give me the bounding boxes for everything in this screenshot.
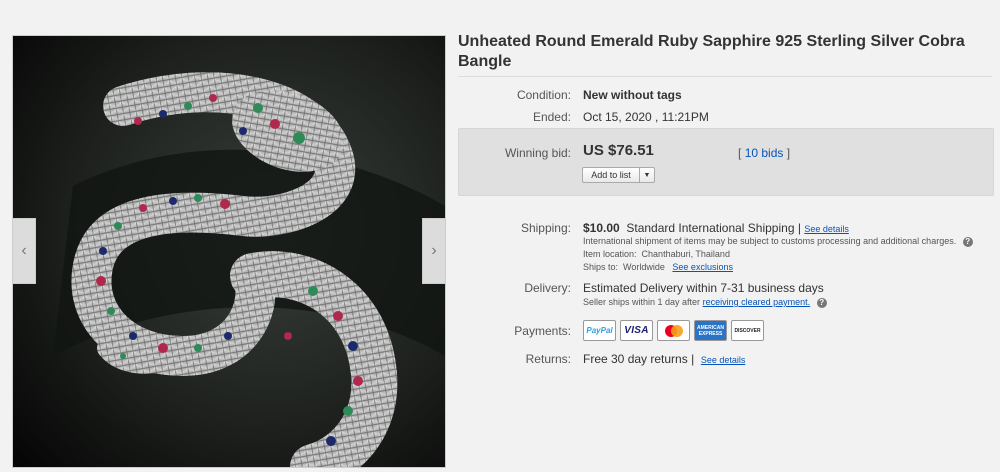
item-title: Unheated Round Emerald Ruby Sapphire 925… [458,33,965,70]
bids-bracket-close: ] [786,146,791,160]
returns-summary: Free 30 day returns | See details [583,352,745,366]
discover-icon: DISCOVER [731,320,764,341]
paypal-wordmark: PayPal [586,326,613,335]
cleared-payment-link[interactable]: receiving cleared payment. [703,297,811,307]
paypal-icon: PayPal [583,320,616,341]
condition-value: New without tags [583,88,682,102]
add-to-list-button[interactable]: Add to list ▼ [582,167,655,183]
product-photo[interactable] [13,36,445,467]
separator: | [691,352,695,366]
visa-icon: VISA [620,320,653,341]
ended-value: Oct 15, 2020 , 11:21PM [583,110,709,124]
condition-label: Condition: [516,88,571,102]
delivery-label: Delivery: [524,281,571,295]
item-location-label: Item location: [583,249,637,259]
bid-history: [ 10 bids ] [738,146,790,160]
mastercard-icon [657,320,690,341]
chevron-down-icon[interactable]: ▼ [640,168,654,182]
chevron-right-icon: › [431,242,437,259]
returns-label: Returns: [525,352,571,366]
shipping-method: Standard International Shipping [626,221,795,235]
seller-ships-text: Seller ships within 1 day after [583,297,701,307]
title-divider [458,76,992,77]
winning-bid-label: Winning bid: [504,146,571,160]
item-image-gallery[interactable]: ‹ › [12,35,446,468]
ships-to: Worldwide [623,262,665,272]
next-image-button[interactable]: › [422,218,445,284]
chevron-left-icon: ‹ [21,242,27,259]
amex-icon: AMERICAN EXPRESS [694,320,727,341]
previous-image-button[interactable]: ‹ [13,218,36,284]
separator: | [797,221,801,235]
returns-value: Free 30 day returns [583,352,688,366]
payments-label: Payments: [514,324,571,338]
item-location-row: Item location: Chanthaburi, Thailand [583,249,730,259]
winning-bid-price: US $76.51 [583,142,654,159]
ended-label: Ended: [532,110,571,124]
help-icon[interactable]: ? [816,297,827,308]
shipping-see-details-link[interactable]: See details [804,224,849,234]
shipping-label: Shipping: [520,221,571,235]
shipping-notice-row: International shipment of items may be s… [583,236,973,247]
shipping-summary: $10.00 Standard International Shipping |… [583,221,849,235]
returns-see-details-link[interactable]: See details [701,355,746,365]
bid-count-link[interactable]: 10 bids [745,146,784,160]
see-exclusions-link[interactable]: See exclusions [672,262,733,272]
bids-bracket-open: [ [738,146,742,160]
ships-to-label: Ships to: [583,262,619,272]
help-icon[interactable]: ? [962,236,973,247]
shipping-cost: $10.00 [583,221,620,235]
ships-to-row: Ships to: Worldwide See exclusions [583,262,733,272]
winning-bid-panel [458,128,994,196]
delivery-estimate: Estimated Delivery within 7-31 business … [583,281,824,295]
seller-ships-row: Seller ships within 1 day after receivin… [583,297,827,308]
shipping-notice: International shipment of items may be s… [583,236,957,246]
item-location: Chanthaburi, Thailand [641,249,730,259]
add-to-list-label[interactable]: Add to list [583,168,640,182]
payment-methods: PayPal VISA AMERICAN EXPRESS DISCOVER [583,320,764,341]
